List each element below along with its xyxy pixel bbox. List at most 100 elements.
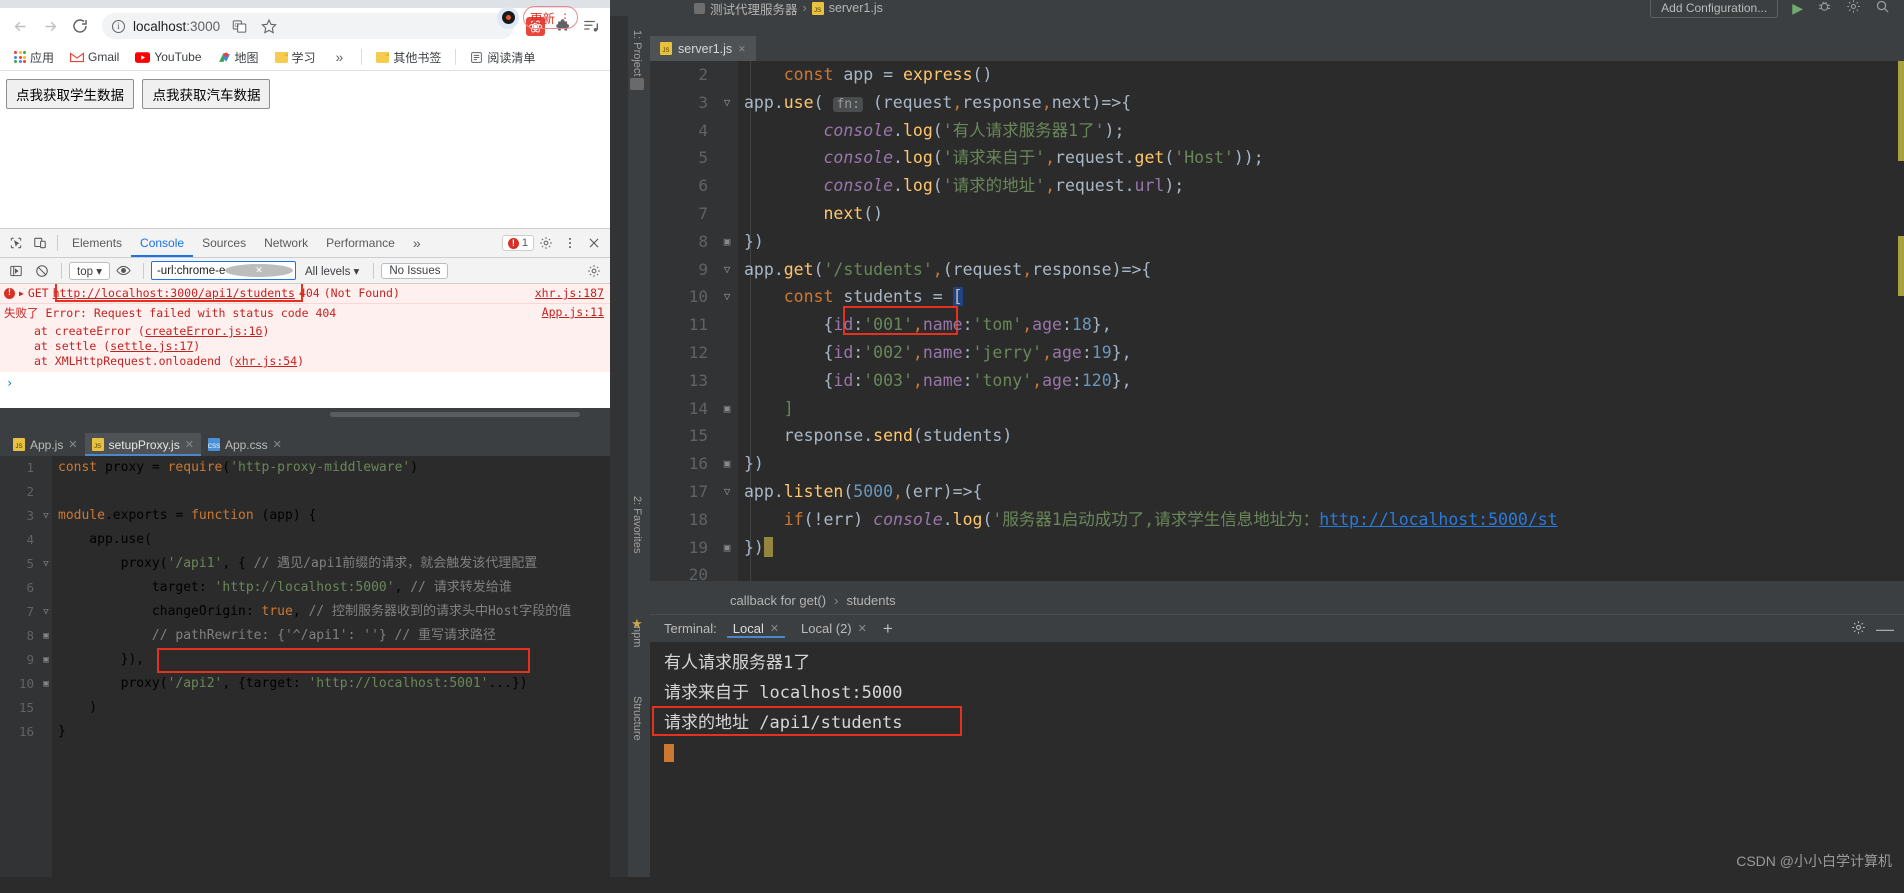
clear-console-icon[interactable] [30,260,54,282]
fold-marker[interactable]: ▽ [40,504,52,528]
bookmark-overflow-button[interactable]: » [326,49,354,65]
minimize-icon[interactable]: — [1876,620,1894,638]
message-source-link[interactable]: App.js:11 [542,305,604,319]
console-settings-gear-icon[interactable] [582,260,606,282]
live-expression-eye-icon[interactable] [112,260,136,282]
execution-context-icon[interactable] [4,260,28,282]
stack-link[interactable]: xhr.js:54 [235,354,297,368]
fold-marker[interactable] [40,480,52,504]
fold-marker[interactable]: ▽ [716,283,738,311]
fold-marker[interactable]: ▣ [40,624,52,648]
bookmark-star-icon[interactable] [258,15,280,37]
fold-marker[interactable]: ▣ [716,395,738,423]
fold-marker[interactable] [716,339,738,367]
update-button[interactable]: 更新 ⋮ [523,6,579,29]
breadcrumb-students[interactable]: students [846,593,895,608]
terminal-tab-local-2[interactable]: Local (2) ✕ [795,619,873,638]
breadcrumb-callback[interactable]: callback for get() [730,593,826,608]
horizontal-scrollbar[interactable] [330,412,580,417]
fold-marker[interactable]: ▽ [716,89,738,117]
file-tab-setupproxy-js[interactable]: JS setupProxy.js ✕ [84,433,201,456]
error-count-badge[interactable]: ! 1 [501,235,534,251]
reload-button[interactable] [66,12,94,40]
reading-list-icon[interactable] [578,13,604,39]
gear-icon[interactable] [534,232,558,254]
tab-console[interactable]: Console [131,229,193,257]
server1-js-editor[interactable]: 2 const app = express() 3 ▽ app.use( fn: (r… [650,61,1904,581]
close-icon[interactable]: ✕ [770,622,779,635]
close-icon[interactable]: ✕ [68,438,77,451]
fold-marker[interactable] [716,61,738,89]
strip-project[interactable]: 1: Project [631,30,643,76]
bookmark-other-bookmarks[interactable]: 其他书签 [370,47,447,68]
fold-marker[interactable] [716,172,738,200]
bookmark-reading-list[interactable]: 阅读清单 [464,47,541,68]
bookmark-apps[interactable]: 应用 [8,47,60,68]
fold-marker[interactable] [40,576,52,600]
stack-link[interactable]: createError.js:16 [145,324,263,338]
request-url[interactable]: http://localhost:3000/api1/students [53,286,295,300]
terminal-output[interactable]: 有人请求服务器1了 请求来自于 localhost:5000 请求的地址 /ap… [650,642,1904,893]
close-icon[interactable]: × [738,42,745,56]
console-prompt[interactable]: › [0,372,610,394]
search-icon[interactable] [1875,0,1890,17]
bookmark-folder-study[interactable]: 学习 [269,47,322,68]
setupproxy-code-area[interactable]: 1 const proxy = require('http-proxy-middl… [0,456,610,877]
fold-marker[interactable] [40,456,52,480]
forward-button[interactable] [36,12,64,40]
file-tab-app-js[interactable]: JS App.js ✕ [6,433,85,456]
fold-marker[interactable]: ▣ [40,648,52,672]
breadcrumb-project[interactable]: 测试代理服务器 [710,0,798,18]
fold-marker[interactable]: ▽ [40,552,52,576]
bookmark-maps[interactable]: 地图 [212,47,265,68]
tab-performance[interactable]: Performance [317,229,404,257]
settings-icon[interactable] [1846,0,1861,17]
translate-icon[interactable]: G [228,15,250,37]
fold-marker[interactable] [716,117,738,145]
error-source-link[interactable]: xhr.js:187 [535,286,604,300]
fold-marker[interactable] [716,144,738,172]
clear-filter-icon[interactable]: ✕ [224,264,293,277]
bookmark-youtube[interactable]: YouTube [129,48,207,66]
console-filter-input[interactable]: -url:chrome-extension:/ ✕ [150,261,296,280]
expand-triangle-icon[interactable]: ▶ [19,286,24,301]
execution-context-selector[interactable]: top ▾ [69,261,110,280]
run-icon[interactable]: ▶ [1792,0,1803,17]
issues-button[interactable]: No Issues [381,262,449,279]
fold-marker[interactable] [716,200,738,228]
fold-marker[interactable]: ▣ [716,228,738,256]
fold-marker[interactable] [40,528,52,552]
fold-marker[interactable] [716,561,738,581]
strip-favorites[interactable]: 2: Favorites [631,496,643,553]
get-cars-button[interactable]: 点我获取汽车数据 [142,79,271,109]
editor-tab-server1-js[interactable]: JS server1.js × [650,36,756,61]
address-bar[interactable]: i localhost:3000 G [102,13,514,39]
fold-marker[interactable]: ▽ [716,256,738,284]
get-students-button[interactable]: 点我获取学生数据 [6,79,134,109]
fold-marker[interactable]: ▣ [40,672,52,696]
more-vertical-icon[interactable]: ⋮ [559,12,571,24]
fold-marker[interactable] [716,367,738,395]
back-button[interactable] [6,12,34,40]
fold-marker[interactable]: ▣ [716,450,738,478]
gear-icon[interactable] [1851,620,1866,638]
close-icon[interactable]: ✕ [185,438,194,451]
tab-network[interactable]: Network [255,229,317,257]
tab-sources[interactable]: Sources [193,229,255,257]
close-icon[interactable]: ✕ [858,622,867,635]
close-icon[interactable] [582,232,606,254]
fold-marker[interactable] [40,696,52,720]
fold-marker[interactable]: ▣ [716,534,738,562]
inspect-element-icon[interactable] [4,232,28,254]
tab-elements[interactable]: Elements [63,229,131,257]
debug-icon[interactable] [1817,0,1832,17]
log-level-selector[interactable]: All levels ▾ [298,263,366,279]
close-icon[interactable]: ✕ [273,438,282,451]
strip-structure[interactable]: Structure [631,696,643,741]
fold-marker[interactable] [716,422,738,450]
fold-marker[interactable] [716,311,738,339]
stack-link[interactable]: settle.js:17 [110,339,193,353]
breadcrumb-file[interactable]: server1.js [829,1,883,15]
more-vertical-icon[interactable] [558,232,582,254]
fold-marker[interactable] [716,506,738,534]
